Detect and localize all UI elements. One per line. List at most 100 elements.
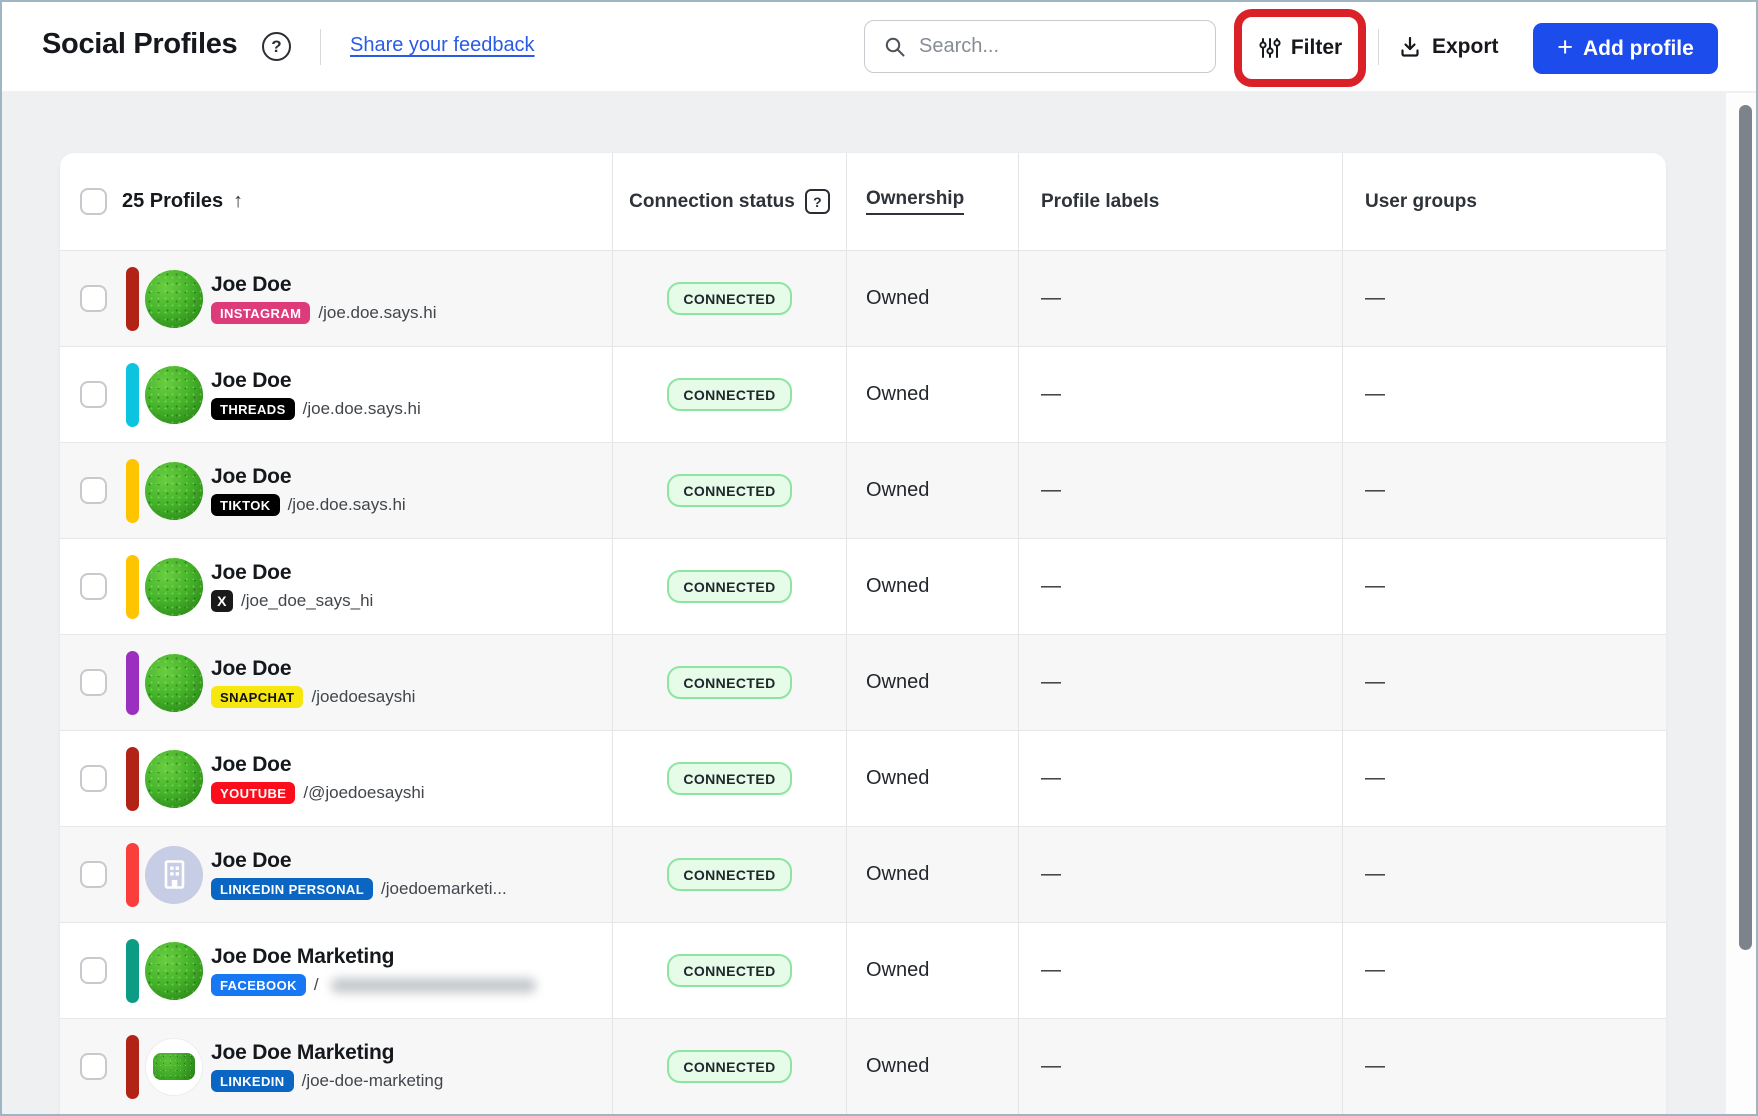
profile-text: Joe Doe LINKEDIN PERSONAL /joedoemarketi… bbox=[211, 849, 507, 901]
connection-status-badge: CONNECTED bbox=[667, 474, 791, 507]
add-profile-button[interactable]: + Add profile bbox=[1533, 23, 1718, 74]
row-checkbox[interactable] bbox=[80, 861, 107, 888]
profile-cell: Joe Doe THREADS /joe.doe.says.hi bbox=[60, 347, 612, 442]
download-icon bbox=[1398, 35, 1422, 59]
status-cell: CONNECTED bbox=[612, 827, 846, 922]
labels-cell: — bbox=[1018, 731, 1342, 826]
profile-avatar bbox=[145, 462, 203, 520]
search-input[interactable]: Search... bbox=[864, 20, 1216, 73]
labels-cell: — bbox=[1018, 923, 1342, 1018]
user-groups-value: — bbox=[1365, 575, 1385, 598]
profile-handle-line: LINKEDIN /joe-doe-marketing bbox=[211, 1070, 443, 1093]
network-badge: LINKEDIN bbox=[211, 1070, 294, 1093]
connection-status-badge: CONNECTED bbox=[667, 570, 791, 603]
profile-color-bar bbox=[126, 939, 139, 1003]
table-row: Joe Doe SNAPCHAT /joedoesayshi CONNECTED… bbox=[60, 635, 1666, 731]
profile-cell: Joe Doe X /joe_doe_says_hi bbox=[60, 539, 612, 634]
help-icon[interactable]: ? bbox=[262, 32, 291, 61]
profile-handle: /joedoesayshi bbox=[311, 687, 415, 707]
ownership-cell: Owned bbox=[846, 1019, 1018, 1114]
table-row: Joe Doe Marketing LINKEDIN /joe-doe-mark… bbox=[60, 1019, 1666, 1115]
export-button[interactable]: Export bbox=[1398, 27, 1499, 67]
status-cell: CONNECTED bbox=[612, 1019, 846, 1114]
profile-handle-line: TIKTOK /joe.doe.says.hi bbox=[211, 494, 406, 517]
row-checkbox[interactable] bbox=[80, 765, 107, 792]
profile-handle: /joe.doe.says.hi bbox=[288, 495, 406, 515]
ownership-value: Owned bbox=[866, 383, 929, 406]
table-row: Joe Doe LINKEDIN PERSONAL /joedoemarketi… bbox=[60, 827, 1666, 923]
profile-color-bar bbox=[126, 267, 139, 331]
table-row: Joe Doe INSTAGRAM /joe.doe.says.hi CONNE… bbox=[60, 251, 1666, 347]
table-header-row: 25 Profiles ↑ Connection status ? Owners… bbox=[60, 153, 1666, 251]
labels-cell: — bbox=[1018, 443, 1342, 538]
profiles-table: 25 Profiles ↑ Connection status ? Owners… bbox=[60, 153, 1666, 1116]
profile-labels-value: — bbox=[1041, 959, 1061, 982]
status-cell: CONNECTED bbox=[612, 635, 846, 730]
ownership-value: Owned bbox=[866, 863, 929, 886]
select-all-checkbox[interactable] bbox=[80, 188, 107, 215]
filter-button[interactable]: Filter bbox=[1258, 36, 1342, 60]
profile-avatar bbox=[145, 750, 203, 808]
page-title: Social Profiles bbox=[42, 28, 237, 61]
profile-handle: /joe_doe_says_hi bbox=[241, 591, 373, 611]
sort-ascending-icon[interactable]: ↑ bbox=[233, 190, 243, 213]
user-groups-value: — bbox=[1365, 383, 1385, 406]
feedback-link[interactable]: Share your feedback bbox=[350, 34, 535, 57]
profile-labels-value: — bbox=[1041, 863, 1061, 886]
profile-handle: /@joedoesayshi bbox=[303, 783, 424, 803]
row-checkbox[interactable] bbox=[80, 285, 107, 312]
labels-cell: — bbox=[1018, 1019, 1342, 1114]
table-row: Joe Doe THREADS /joe.doe.says.hi CONNECT… bbox=[60, 347, 1666, 443]
profile-handle-line: X /joe_doe_says_hi bbox=[211, 590, 373, 612]
ownership-column-label[interactable]: Ownership bbox=[866, 188, 964, 215]
status-cell: CONNECTED bbox=[612, 347, 846, 442]
user-groups-value: — bbox=[1365, 1055, 1385, 1078]
network-badge: TIKTOK bbox=[211, 494, 280, 517]
profile-text: Joe Doe SNAPCHAT /joedoesayshi bbox=[211, 657, 415, 709]
labels-cell: — bbox=[1018, 347, 1342, 442]
ownership-value: Owned bbox=[866, 1055, 929, 1078]
connection-status-badge: CONNECTED bbox=[667, 378, 791, 411]
row-checkbox[interactable] bbox=[80, 669, 107, 696]
profile-handle: /joe.doe.says.hi bbox=[303, 399, 421, 419]
search-placeholder: Search... bbox=[919, 35, 999, 58]
row-checkbox[interactable] bbox=[80, 381, 107, 408]
ownership-cell: Owned bbox=[846, 443, 1018, 538]
connection-status-badge: CONNECTED bbox=[667, 1050, 791, 1083]
status-help-icon[interactable]: ? bbox=[805, 189, 830, 214]
connection-status-badge: CONNECTED bbox=[667, 858, 791, 891]
row-checkbox[interactable] bbox=[80, 477, 107, 504]
x-network-icon: X bbox=[211, 590, 233, 612]
row-checkbox[interactable] bbox=[80, 957, 107, 984]
profile-avatar bbox=[145, 558, 203, 616]
profile-handle: /joe.doe.says.hi bbox=[318, 303, 436, 323]
labels-header-cell: Profile labels bbox=[1018, 153, 1342, 250]
profile-avatar bbox=[145, 366, 203, 424]
profiles-count: 25 Profiles bbox=[122, 190, 223, 213]
profile-color-bar bbox=[126, 651, 139, 715]
export-label: Export bbox=[1432, 35, 1499, 59]
profile-handle-line: SNAPCHAT /joedoesayshi bbox=[211, 686, 415, 709]
profile-handle-line: LINKEDIN PERSONAL /joedoemarketi... bbox=[211, 878, 507, 901]
top-bar: Social Profiles ? Share your feedback Se… bbox=[2, 2, 1756, 91]
row-checkbox[interactable] bbox=[80, 1053, 107, 1080]
table-body: Joe Doe INSTAGRAM /joe.doe.says.hi CONNE… bbox=[60, 251, 1666, 1115]
user-groups-value: — bbox=[1365, 671, 1385, 694]
profile-labels-value: — bbox=[1041, 479, 1061, 502]
groups-cell: — bbox=[1342, 731, 1666, 826]
network-badge: SNAPCHAT bbox=[211, 686, 303, 709]
search-icon bbox=[883, 35, 907, 59]
row-checkbox[interactable] bbox=[80, 573, 107, 600]
groups-column-label: User groups bbox=[1365, 191, 1477, 213]
groups-header-cell: User groups bbox=[1342, 153, 1666, 250]
ownership-cell: Owned bbox=[846, 539, 1018, 634]
labels-cell: — bbox=[1018, 635, 1342, 730]
profile-name: Joe Doe bbox=[211, 657, 415, 681]
plus-icon: + bbox=[1557, 34, 1573, 61]
groups-cell: — bbox=[1342, 827, 1666, 922]
table-row: Joe Doe TIKTOK /joe.doe.says.hi CONNECTE… bbox=[60, 443, 1666, 539]
building-avatar-icon bbox=[145, 846, 203, 904]
scrollbar-thumb[interactable] bbox=[1739, 105, 1752, 950]
profile-handle: / bbox=[314, 975, 319, 995]
groups-cell: — bbox=[1342, 635, 1666, 730]
